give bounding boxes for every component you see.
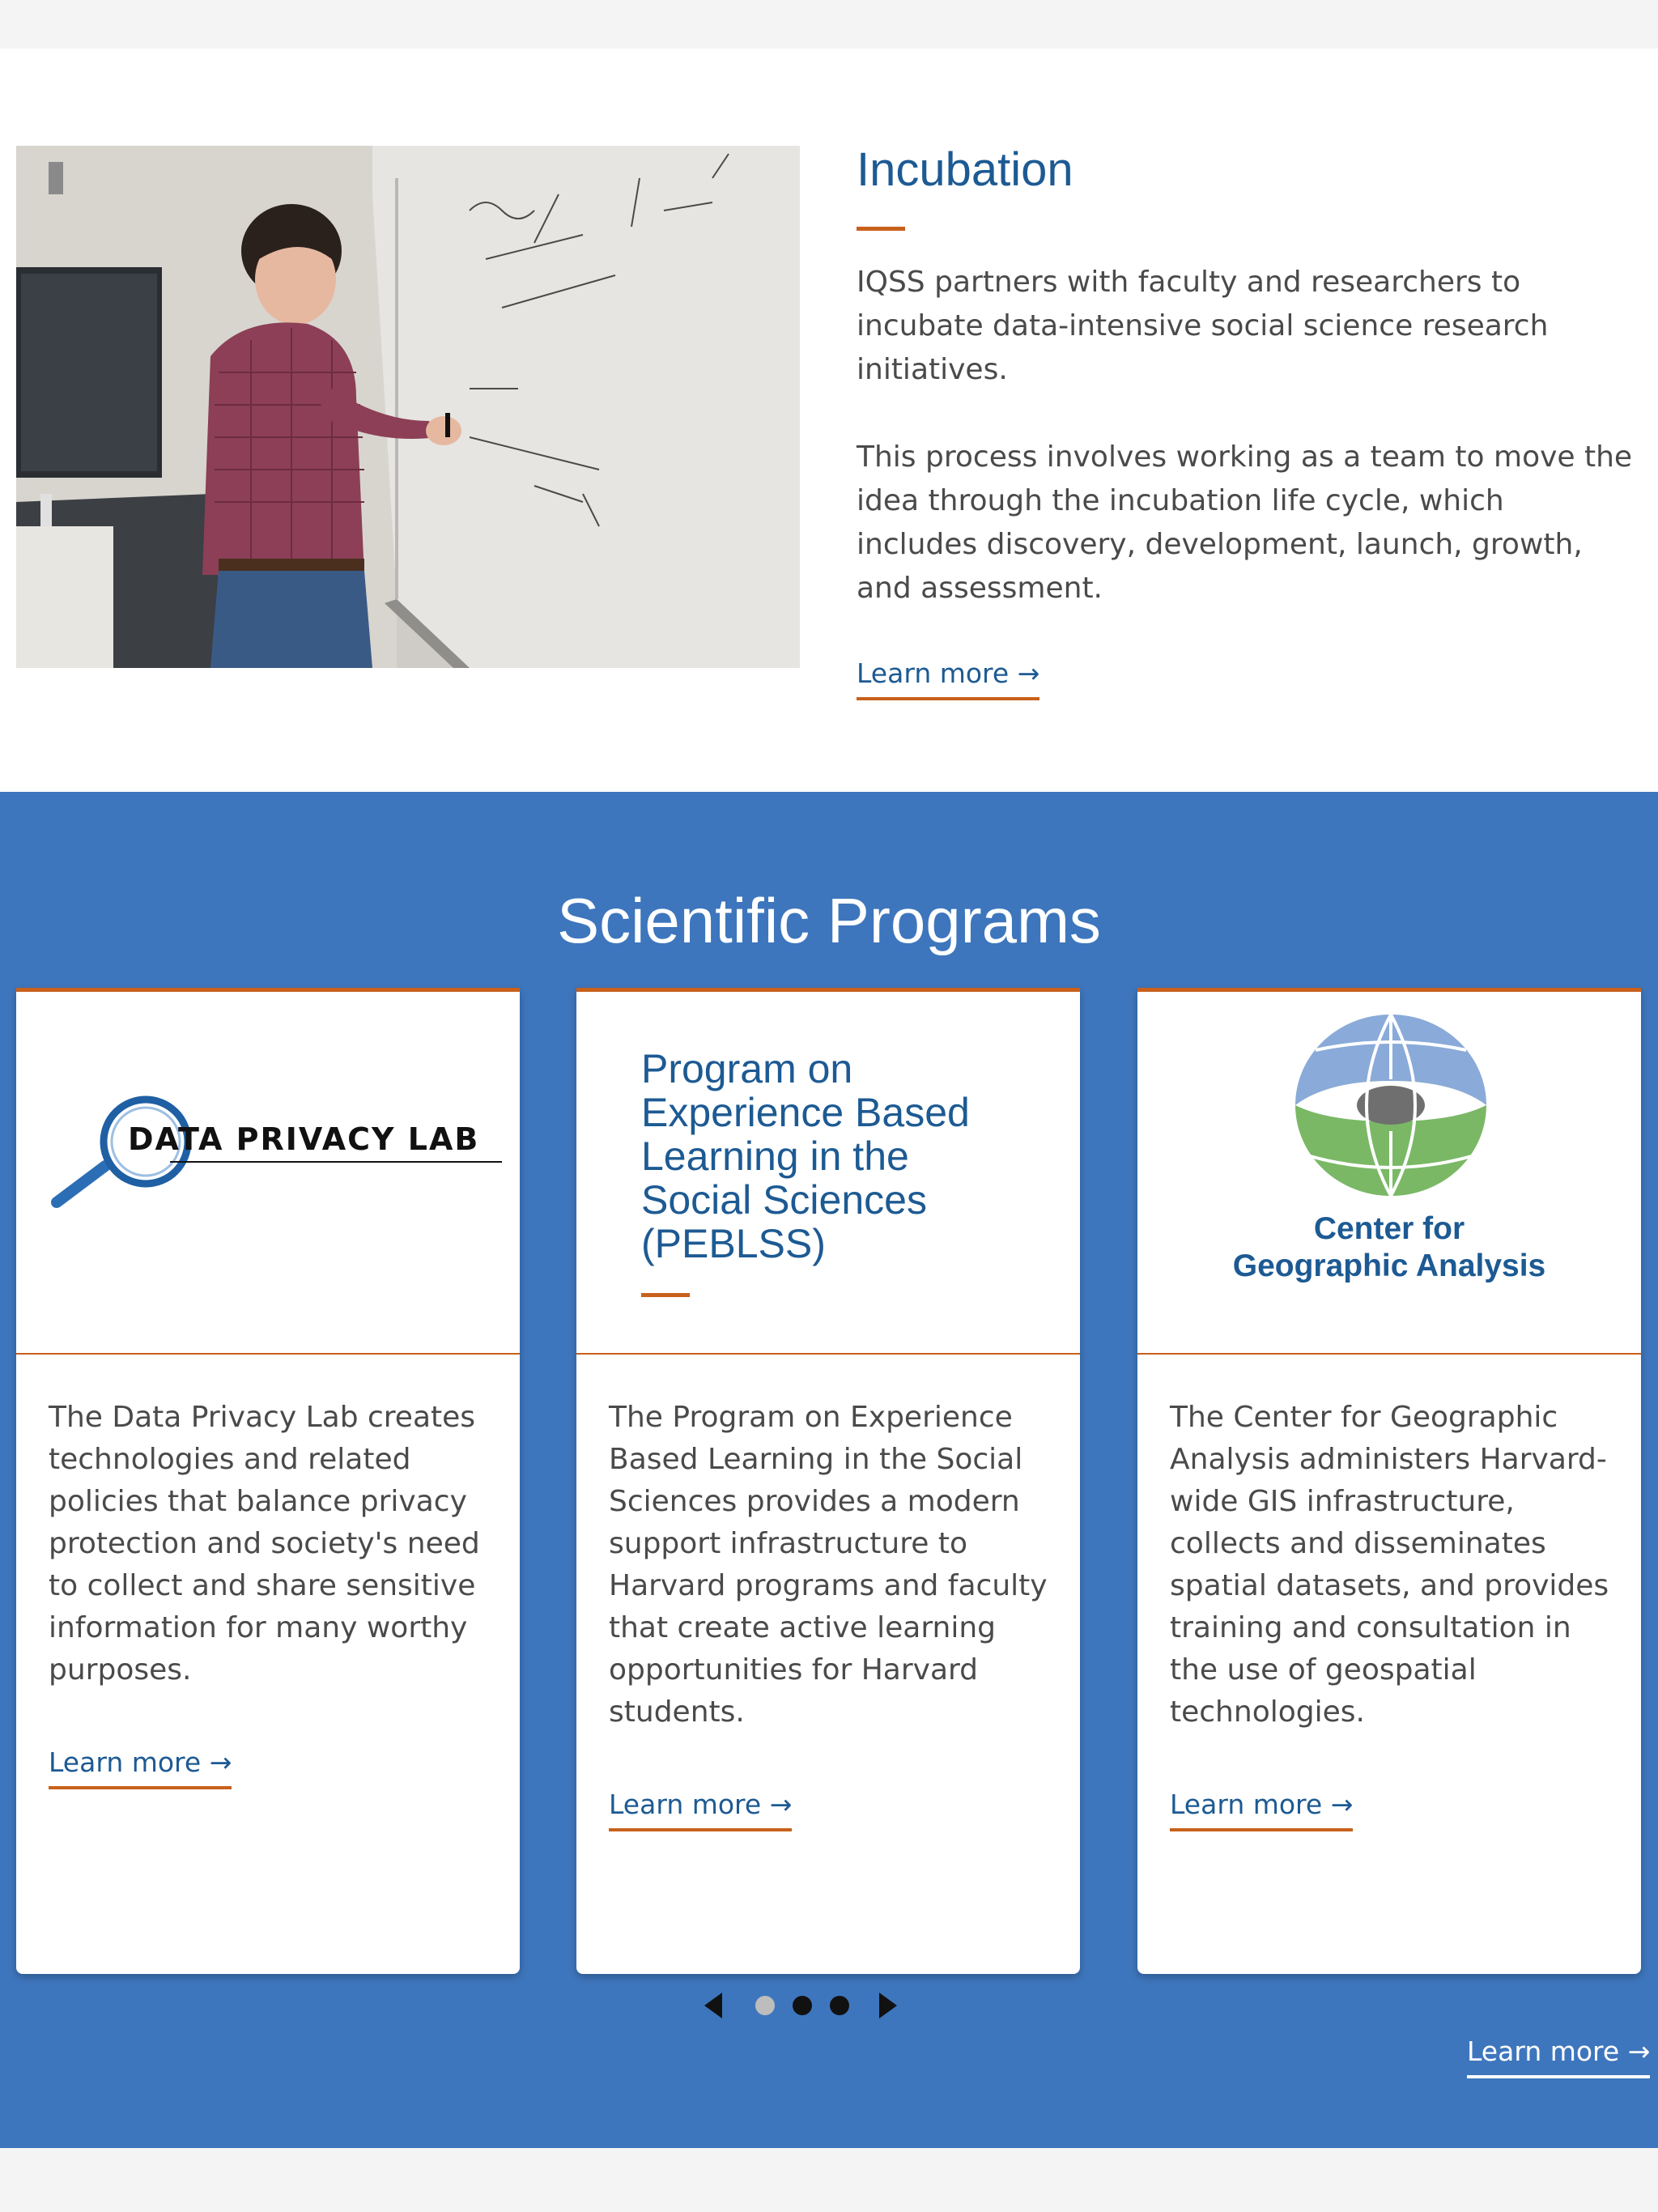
card-description: The Data Privacy Lab creates technologie… <box>49 1401 480 1687</box>
data-privacy-lab-logo-text: DATA PRIVACY LAB <box>128 1121 480 1157</box>
card-description: The Center for Geographic Analysis admin… <box>1170 1401 1609 1729</box>
person-writing-on-whiteboard-photo <box>16 146 800 668</box>
program-card-data-privacy-lab: DATA PRIVACY LAB The Data Privacy Lab cr… <box>16 988 520 1974</box>
card-description: The Program on Experience Based Learning… <box>609 1401 1048 1729</box>
programs-title: Scientific Programs <box>557 885 1101 956</box>
incubation-learn-more-link[interactable]: Learn more → <box>857 657 1040 700</box>
geographic-analysis-learn-more-link[interactable]: Learn more → <box>1170 1789 1354 1831</box>
incubation-paragraph-1: IQSS partners with faculty and researche… <box>857 266 1549 386</box>
carousel-dot-3[interactable] <box>830 1996 849 2015</box>
programs-learn-more-link[interactable]: Learn more → <box>1467 2035 1651 2078</box>
program-card-peblss: Program on Experience Based Learning in … <box>576 988 1080 1974</box>
carousel-controls <box>696 1988 899 2023</box>
carousel-dot-2[interactable] <box>793 1996 812 2015</box>
logo-line-1: Center for <box>1313 1211 1465 1246</box>
carousel-next-arrow-icon[interactable] <box>879 1993 897 2018</box>
carousel-prev-arrow-icon[interactable] <box>704 1993 722 2018</box>
peblss-title: Program on Experience Based Learning in … <box>641 1046 970 1266</box>
peblss-learn-more-link[interactable]: Learn more → <box>609 1789 793 1831</box>
globe-icon <box>1295 1014 1486 1197</box>
logo-line-2: Geographic Analysis <box>1232 1249 1546 1283</box>
card-header: DATA PRIVACY LAB <box>16 992 520 1355</box>
geographic-analysis-logo-text: Center for Geographic Analysis <box>1137 1210 1641 1285</box>
incubation-photo <box>16 146 800 668</box>
incubation-paragraph-2: This process involves working as a team … <box>857 440 1633 605</box>
title-accent-rule <box>641 1293 690 1297</box>
top-strip <box>0 0 1658 49</box>
title-accent-rule <box>857 227 905 231</box>
bottom-strip <box>0 2148 1658 2212</box>
incubation-title: Incubation <box>857 143 1073 196</box>
carousel-dot-1[interactable] <box>755 1996 775 2015</box>
card-header: Center for Geographic Analysis <box>1137 992 1641 1355</box>
card-header: Program on Experience Based Learning in … <box>576 992 1080 1355</box>
program-card-geographic-analysis: Center for Geographic Analysis The Cente… <box>1137 988 1641 1974</box>
data-privacy-lab-learn-more-link[interactable]: Learn more → <box>49 1746 232 1789</box>
